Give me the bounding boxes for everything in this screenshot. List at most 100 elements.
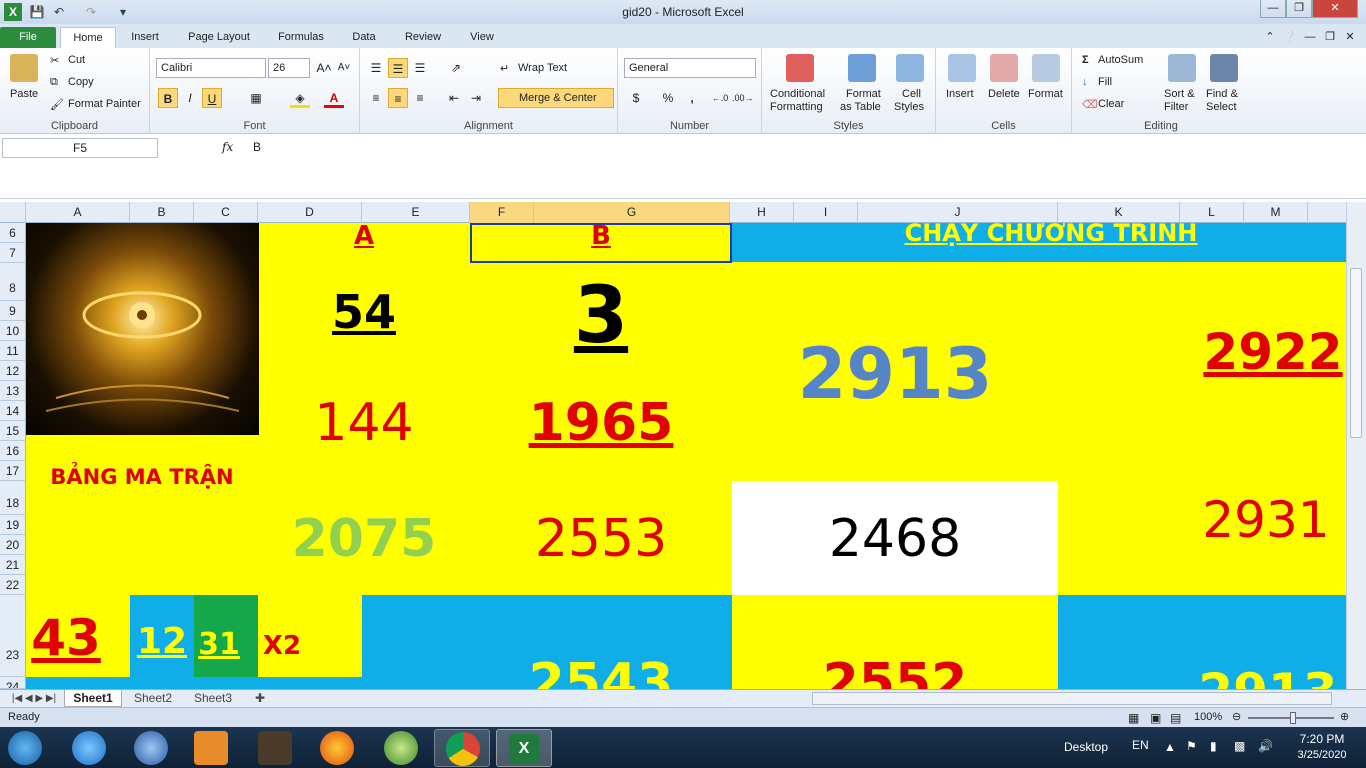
align-center-icon[interactable]: ≡ [388,88,408,108]
column-header-j[interactable]: J [858,202,1058,223]
select-all-corner[interactable] [0,202,26,223]
sort-filter-button[interactable]: Sort & [1164,88,1195,100]
column-header-f[interactable]: F [470,202,534,223]
cell-styles-icon[interactable] [896,54,924,82]
tab-file[interactable]: File [0,27,56,48]
row-header-14[interactable]: 14 [0,401,26,421]
clear-icon[interactable]: ⌫ [1082,98,1098,111]
row-header-21[interactable]: 21 [0,555,26,575]
currency-button[interactable]: $ [626,88,646,108]
tab-insert[interactable]: Insert [122,27,168,48]
find-select-button[interactable]: Find & [1206,88,1238,100]
decrease-indent-icon[interactable]: ⇤ [444,88,464,108]
conditional-formatting-button-line2[interactable]: Formatting [770,101,823,113]
sort-filter-icon[interactable] [1168,54,1196,82]
column-header-g[interactable]: G [534,202,730,223]
zoom-in-icon[interactable]: ⊕ [1340,710,1349,723]
tab-home[interactable]: Home [60,27,116,48]
browser-icon[interactable] [134,731,168,765]
start-button-icon[interactable] [8,731,42,765]
tab-review[interactable]: Review [398,27,448,48]
row-header-22[interactable]: 22 [0,575,26,595]
autosum-button[interactable]: AutoSum [1098,54,1143,66]
conditional-formatting-button[interactable]: Conditional [770,88,825,100]
insert-button[interactable]: Insert [946,88,974,100]
zoom-slider-thumb[interactable] [1290,712,1296,724]
percent-button[interactable]: % [658,88,678,108]
row-header-12[interactable]: 12 [0,361,26,381]
insert-function-icon[interactable]: fx [222,140,233,154]
delete-button[interactable]: Delete [988,88,1020,100]
find-select-icon[interactable] [1210,54,1238,82]
row-header-16[interactable]: 16 [0,441,26,461]
italic-button[interactable]: I [180,88,200,108]
minimize-button[interactable]: — [1260,0,1286,18]
bold-button[interactable]: B [158,88,178,108]
clock-date[interactable]: 3/25/2020 [1290,749,1354,761]
find-select-button-line2[interactable]: Select [1206,101,1237,113]
align-bottom-icon[interactable]: ☰ [410,58,430,78]
page-break-view-icon[interactable]: ▤ [1170,711,1181,725]
align-right-icon[interactable]: ≡ [410,88,430,108]
row-header-7[interactable]: 7 [0,243,26,263]
worksheet-grid[interactable]: A B CHẠY CHƯƠNG TRÌNH 54 3 2913 2922 144… [26,223,1346,689]
sheet-nav-arrows-icon[interactable]: |◀ ◀ ▶ ▶| [6,690,62,707]
align-left-icon[interactable]: ≡ [366,88,386,108]
insert-sheet-icon[interactable]: ✚ [246,690,274,707]
comma-button[interactable]: , [682,88,702,108]
fill-button[interactable]: Fill [1098,76,1112,88]
format-painter-icon[interactable]: 🖌 [50,98,64,111]
doc-restore-icon[interactable]: ❐ [1322,27,1338,48]
media-player-icon[interactable] [194,731,228,765]
row-header-10[interactable]: 10 [0,321,26,341]
tab-formulas[interactable]: Formulas [270,27,332,48]
language-indicator[interactable]: EN [1132,738,1149,752]
borders-icon[interactable]: ▦ [246,88,266,108]
merge-center-button[interactable]: Merge & Center [498,88,614,108]
underline-button[interactable]: U [202,88,222,108]
row-header-15[interactable]: 15 [0,421,26,441]
copy-icon[interactable]: ⧉ [50,76,58,89]
format-button[interactable]: Format [1028,88,1063,100]
coccoc-icon[interactable] [384,731,418,765]
increase-indent-icon[interactable]: ⇥ [466,88,486,108]
row-header-11[interactable]: 11 [0,341,26,361]
restore-button[interactable]: ❐ [1286,0,1312,18]
format-as-table-button[interactable]: Format [846,88,881,100]
doc-close-icon[interactable]: ✕ [1342,27,1358,48]
name-box[interactable]: F5 [2,138,158,158]
orientation-icon[interactable]: ⇗ [446,58,466,78]
align-top-icon[interactable]: ☰ [366,58,386,78]
sheet-tab-sheet1[interactable]: Sheet1 [64,690,122,707]
copy-button[interactable]: Copy [68,76,94,88]
row-header-19[interactable]: 19 [0,515,26,535]
run-program-header[interactable]: CHẠY CHƯƠNG TRÌNH [846,223,1256,247]
game-app-icon[interactable] [258,731,292,765]
align-middle-icon[interactable]: ☰ [388,58,408,78]
format-painter-button[interactable]: Format Painter [68,98,141,110]
row-header-6[interactable]: 6 [0,223,26,243]
zoom-level[interactable]: 100% [1194,711,1222,723]
column-header-i[interactable]: I [794,202,858,223]
tab-data[interactable]: Data [344,27,384,48]
vertical-scroll-thumb[interactable] [1350,268,1362,438]
row-header-17[interactable]: 17 [0,461,26,481]
cell-styles-button[interactable]: Cell [902,88,921,100]
column-header-k[interactable]: K [1058,202,1180,223]
power-icon[interactable]: ▮ [1210,739,1217,753]
show-hidden-icons-icon[interactable]: ▲ [1164,740,1176,754]
fill-color-icon[interactable]: ◈ [290,88,310,108]
clock-time[interactable]: 7:20 PM [1292,732,1352,746]
sort-filter-button-line2[interactable]: Filter [1164,101,1188,113]
help-icon[interactable]: ❔ [1282,27,1298,48]
cut-button[interactable]: Cut [68,54,85,66]
clear-button[interactable]: Clear [1098,98,1124,110]
column-header-c[interactable]: C [194,202,258,223]
page-layout-view-icon[interactable]: ▣ [1150,711,1161,725]
row-header-20[interactable]: 20 [0,535,26,555]
tab-page-layout[interactable]: Page Layout [180,27,258,48]
row-header-23[interactable]: 23 [0,595,26,677]
increase-decimal-icon[interactable]: ←.0 [710,88,730,108]
grow-font-icon[interactable]: A˄ [314,58,334,78]
font-family-select[interactable]: Calibri [156,58,266,78]
